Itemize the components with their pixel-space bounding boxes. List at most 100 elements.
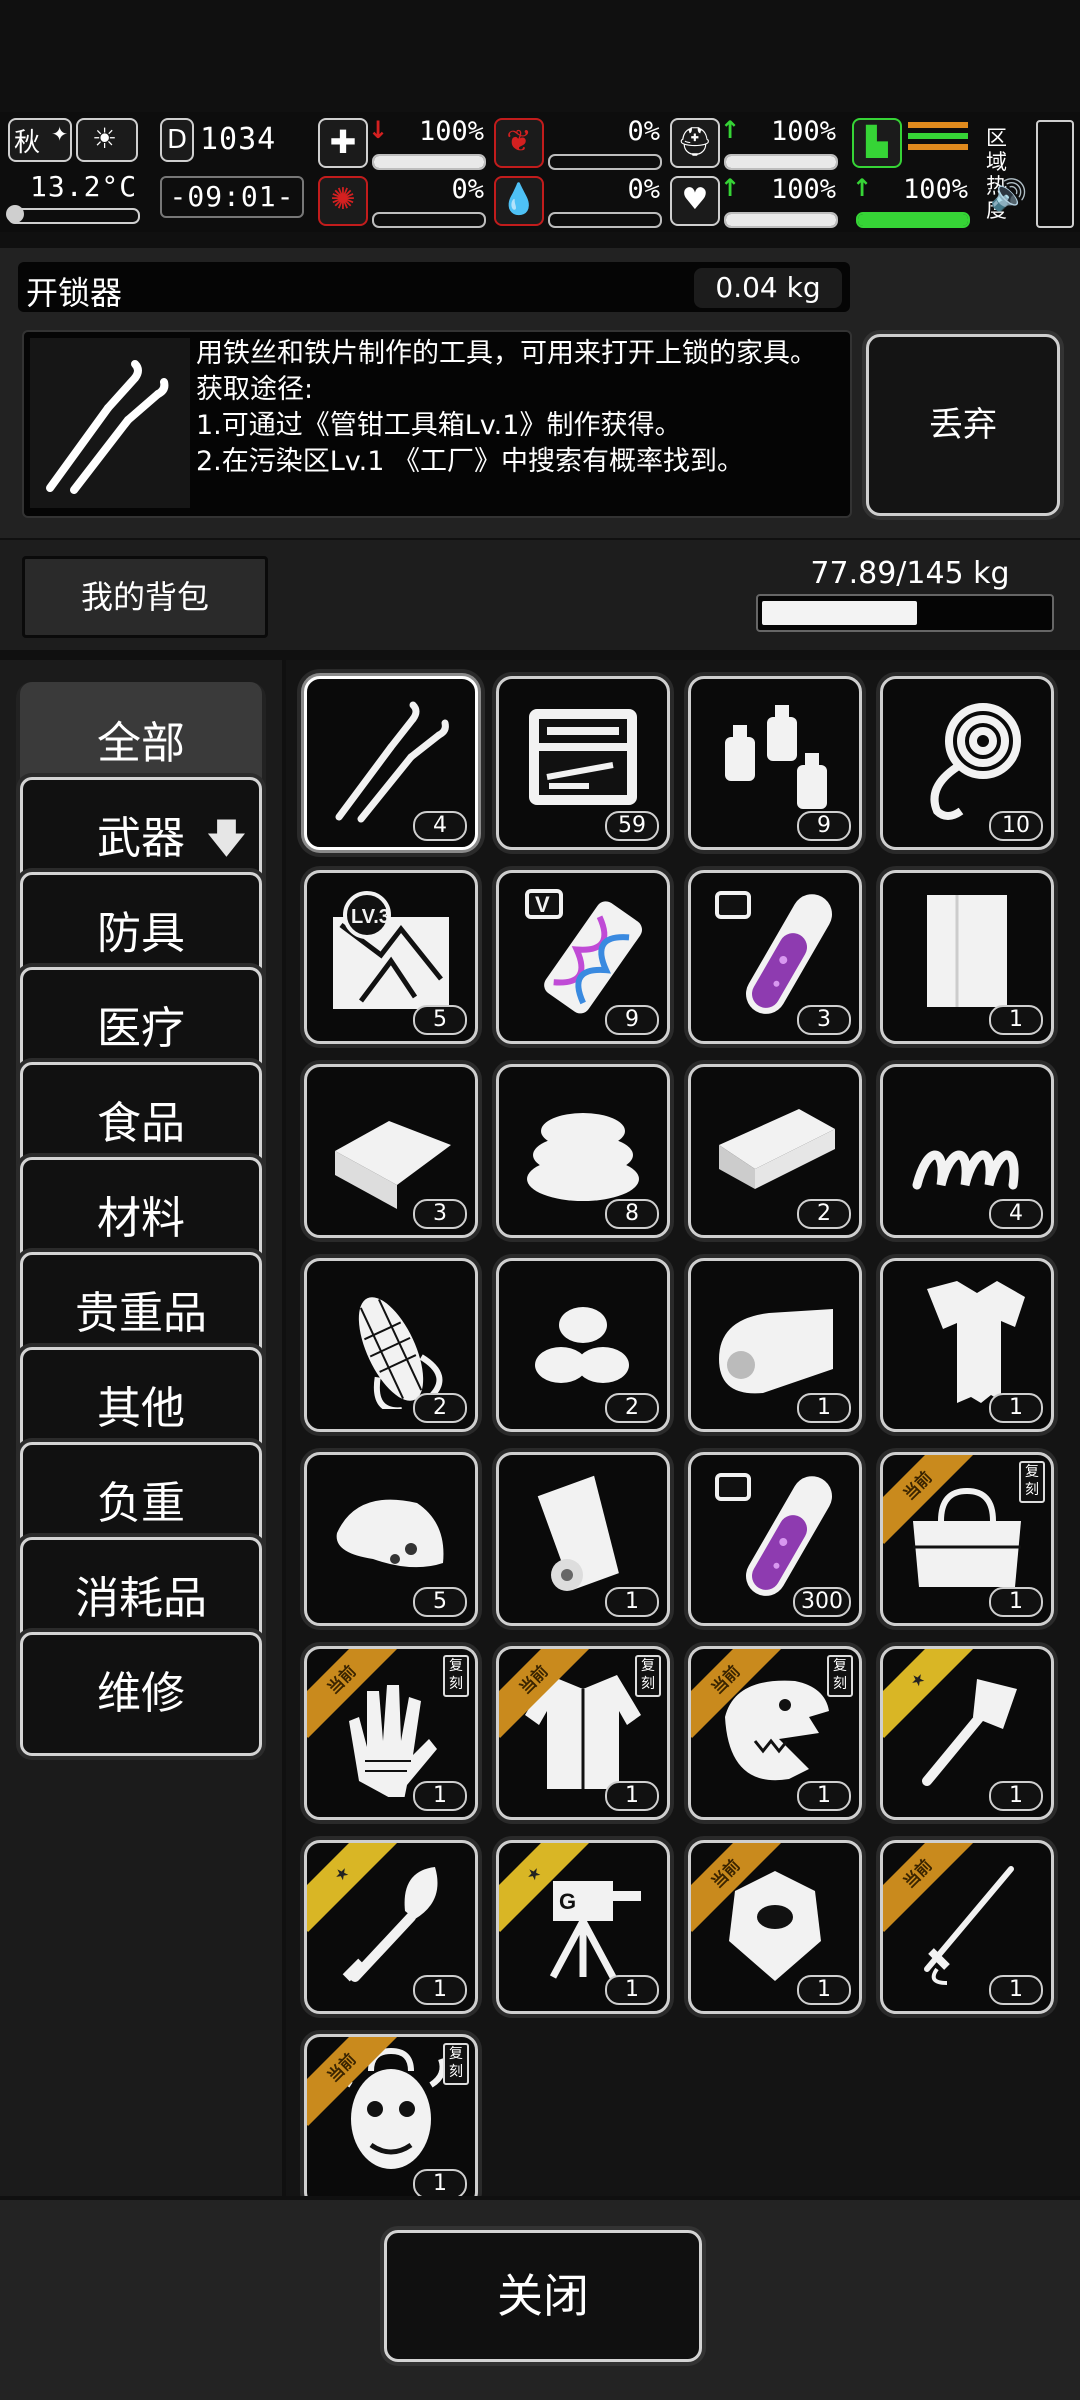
paper-roll-icon xyxy=(537,1475,619,1591)
toolbox-icon xyxy=(529,709,637,805)
inventory-slot[interactable]: G ★ 1 xyxy=(496,1840,670,2014)
item-count: 9 xyxy=(797,811,851,841)
towel-stack-icon xyxy=(527,1113,639,1201)
temperature-readout: 13.2°C xyxy=(30,170,138,203)
inventory-slot[interactable]: 2 xyxy=(496,1258,670,1432)
category-label: 其他 xyxy=(97,1383,185,1434)
category-label: 武器 xyxy=(97,813,185,864)
inventory-slot[interactable]: 1 xyxy=(880,870,1054,1044)
spring-icon xyxy=(912,1150,1019,1190)
item-count: 4 xyxy=(989,1199,1043,1229)
inventory-slot[interactable]: 4 xyxy=(304,676,478,850)
category-tab[interactable]: 维修 xyxy=(20,1632,262,1756)
inventory-slot[interactable]: 3 xyxy=(304,1064,478,1238)
category-label: 负重 xyxy=(97,1478,185,1529)
item-count: 2 xyxy=(413,1393,467,1423)
heart-icon: ♥ xyxy=(670,176,720,226)
item-count: 1 xyxy=(605,1587,659,1617)
test-tube-icon xyxy=(715,1473,832,1596)
category-label: 维修 xyxy=(97,1668,185,1719)
inventory-slot[interactable]: 2 xyxy=(688,1064,862,1238)
capacity-text: 77.89/145 kg xyxy=(810,556,1010,591)
item-count: 4 xyxy=(413,811,467,841)
stomach-icon: ❦ xyxy=(494,118,544,168)
item-count: 59 xyxy=(605,811,659,841)
inventory-slot[interactable]: 当前 复刻 1 xyxy=(496,1646,670,1820)
inventory-slot[interactable]: 1 xyxy=(688,1258,862,1432)
inventory-slot[interactable]: V9 xyxy=(496,870,670,1044)
armor-bar xyxy=(724,154,838,170)
item-count: 1 xyxy=(989,1393,1043,1423)
inventory-slot[interactable]: 300 xyxy=(688,1452,862,1626)
vaccine-v-icon: V xyxy=(525,889,642,1014)
item-count: 2 xyxy=(605,1393,659,1423)
torn-shirt-icon xyxy=(927,1281,1025,1403)
item-description: 用铁丝和铁片制作的工具，可用来打开上锁的家具。 获取途径: 1.可通过《管钳工具… xyxy=(196,338,817,477)
item-count: 1 xyxy=(413,2169,467,2196)
lockpick-icon xyxy=(30,338,190,508)
category-label: 贵重品 xyxy=(75,1288,207,1339)
replica-tag: 复刻 xyxy=(827,1655,853,1697)
inventory-grid[interactable]: 4 59 9 10 LV.3 5 V 9 3 1 3 8 2 4 2 2 1 1 5 1 300 当前 复刻 1 当前 复刻 1 当前… xyxy=(286,660,1080,2196)
replica-tag: 复刻 xyxy=(443,1655,469,1697)
replica-tag: 复刻 xyxy=(443,2043,469,2085)
thermometer-icon xyxy=(6,205,140,224)
brick-icon xyxy=(719,1109,835,1189)
inventory-slot[interactable]: 1 xyxy=(880,1258,1054,1432)
item-count: 9 xyxy=(605,1005,659,1035)
hunger-bar xyxy=(548,154,662,170)
item-count: 1 xyxy=(413,1781,467,1811)
brain-icon: ✺ xyxy=(318,176,368,226)
inventory-slot[interactable]: 当前 复刻 1 xyxy=(304,2034,478,2196)
meat-icon xyxy=(336,1499,444,1568)
inventory-slot[interactable]: 当前 复刻 1 xyxy=(304,1646,478,1820)
inventory-slot[interactable]: 9 xyxy=(688,676,862,850)
category-sidebar[interactable]: 全部 武器 🡇 防具 医疗 食品 材料 贵重品 其他 负重 消耗品 维修 xyxy=(0,660,282,2196)
svg-text:LV.3: LV.3 xyxy=(351,906,390,928)
mental-bar xyxy=(372,212,486,228)
cloth-icon xyxy=(927,895,1007,1007)
category-label: 医疗 xyxy=(97,1003,185,1054)
boot-icon: ▙ xyxy=(852,118,902,168)
backpack-label: 我的背包 xyxy=(22,556,268,638)
inventory-slot[interactable]: 2 xyxy=(304,1258,478,1432)
bottles-icon xyxy=(725,705,827,809)
water-drop-icon: 💧 xyxy=(494,176,544,226)
inventory-slot[interactable]: 59 xyxy=(496,676,670,850)
inventory-slot[interactable]: 3 xyxy=(688,870,862,1044)
mood-value: 100% xyxy=(770,174,836,205)
inventory-slot[interactable]: 当前 1 xyxy=(688,1840,862,2014)
season-badge: 秋 ✦ xyxy=(8,118,72,162)
inventory-slot[interactable]: 当前 复刻 1 xyxy=(880,1452,1054,1626)
mood-bar xyxy=(724,212,838,228)
capacity-fill xyxy=(762,601,917,625)
close-button[interactable]: 关闭 xyxy=(384,2230,702,2362)
inventory-slot[interactable]: 5 xyxy=(304,1452,478,1626)
category-label: 食品 xyxy=(97,1098,185,1149)
replica-tag: 复刻 xyxy=(635,1655,661,1697)
inventory-slot[interactable]: 1 xyxy=(496,1452,670,1626)
item-count: 1 xyxy=(605,1975,659,2005)
inventory-slot[interactable]: 当前 复刻 1 xyxy=(688,1646,862,1820)
inventory-slot[interactable]: LV.3 5 xyxy=(304,870,478,1044)
clock-time: -09:01- xyxy=(160,176,304,218)
inventory-slot[interactable]: 4 xyxy=(880,1064,1054,1238)
item-count: 10 xyxy=(989,811,1043,841)
blanket-icon xyxy=(719,1309,833,1394)
item-name: 开锁器 xyxy=(26,274,123,312)
speaker-icon[interactable]: 🔊 xyxy=(990,178,1027,213)
inventory-slot[interactable]: 10 xyxy=(880,676,1054,850)
thirst-value: 0% xyxy=(627,174,660,205)
item-count: 1 xyxy=(989,1781,1043,1811)
inventory-slot[interactable]: 8 xyxy=(496,1064,670,1238)
health-fill xyxy=(374,156,484,168)
inventory-slot[interactable]: 当前 1 xyxy=(880,1840,1054,2014)
discard-button[interactable]: 丢弃 xyxy=(866,334,1060,516)
map-lv3-icon: LV.3 xyxy=(333,891,449,1009)
item-count: 1 xyxy=(989,1587,1043,1617)
item-count: 5 xyxy=(413,1005,467,1035)
season-label: 秋 xyxy=(14,128,41,158)
item-count: 2 xyxy=(797,1199,851,1229)
inventory-slot[interactable]: ★ 1 xyxy=(880,1646,1054,1820)
inventory-slot[interactable]: ★ 1 xyxy=(304,1840,478,2014)
